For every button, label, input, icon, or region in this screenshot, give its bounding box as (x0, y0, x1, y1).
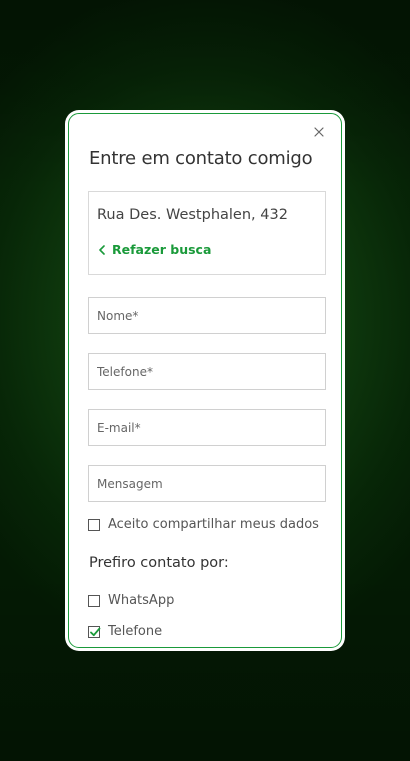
whatsapp-checkbox[interactable] (88, 594, 100, 607)
name-input[interactable] (88, 297, 326, 334)
email-input[interactable] (88, 409, 326, 446)
contact-modal-frame: Entre em contato comigo Rua Des. Westpha… (68, 113, 342, 648)
preference-phone-row[interactable]: Telefone (88, 624, 162, 639)
message-input[interactable] (88, 465, 326, 502)
close-icon (314, 127, 324, 137)
modal-title: Entre em contato comigo (89, 148, 313, 169)
close-button[interactable] (311, 124, 327, 140)
contact-modal: Entre em contato comigo Rua Des. Westpha… (65, 110, 345, 651)
contact-preference-title: Prefiro contato por: (89, 555, 229, 571)
consent-checkbox-row[interactable]: Aceito compartilhar meus dados (88, 517, 319, 532)
preference-whatsapp-row[interactable]: WhatsApp (88, 593, 174, 608)
address-box: Rua Des. Westphalen, 432 Refazer busca (88, 191, 326, 275)
phone-label: Telefone (108, 624, 163, 639)
redo-search-link[interactable]: Refazer busca (98, 242, 211, 257)
consent-label: Aceito compartilhar meus dados (108, 517, 319, 532)
redo-search-label: Refazer busca (112, 242, 212, 257)
consent-checkbox[interactable] (88, 518, 100, 531)
phone-input[interactable] (88, 353, 326, 390)
checkmark-icon (90, 627, 101, 636)
phone-checkbox[interactable] (88, 625, 101, 638)
chevron-left-icon (99, 244, 105, 255)
whatsapp-label: WhatsApp (108, 593, 175, 608)
address-text: Rua Des. Westphalen, 432 (97, 207, 288, 223)
